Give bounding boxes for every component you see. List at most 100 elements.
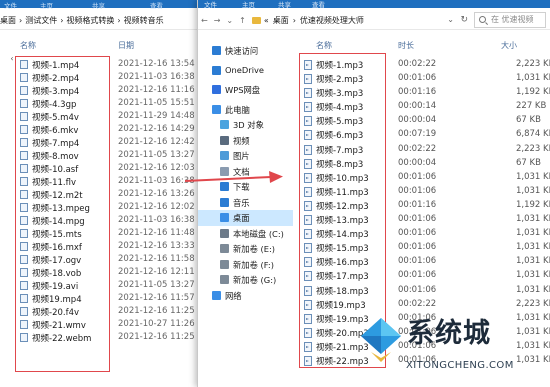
- file-duration: 00:01:06: [398, 73, 437, 84]
- file-date: 2021-12-16 13:33: [118, 241, 195, 251]
- nav-item[interactable]: 此电脑: [198, 102, 293, 118]
- left-crumb-4[interactable]: 视频转音乐: [124, 15, 164, 26]
- nav-item-label: 新加卷 (G:): [233, 275, 277, 285]
- left-breadcrumb[interactable]: 桌面 › 测试文件 › 视频格式转换 › 视频转音乐: [0, 15, 164, 26]
- right-col-duration[interactable]: 时长: [398, 40, 414, 51]
- up-arrow-icon[interactable]: ↑: [236, 16, 249, 25]
- left-ribbon-view[interactable]: 查看: [150, 0, 163, 10]
- left-col-name[interactable]: 名称: [20, 40, 36, 51]
- left-crumb-1[interactable]: 桌面: [0, 15, 16, 26]
- crumb-separator-icon: ›: [292, 15, 296, 25]
- file-duration: 00:01:06: [398, 228, 437, 239]
- file-date: 2021-12-16 12:42: [118, 137, 195, 147]
- file-size: 1,031 KB: [516, 171, 550, 182]
- conversion-arrow-icon: [185, 171, 283, 183]
- file-size: 1,031 KB: [516, 242, 550, 253]
- nav-item-label: WPS网盘: [225, 85, 261, 95]
- left-ribbon-share[interactable]: 共享: [92, 0, 105, 10]
- file-size: 6,874 KB: [516, 129, 550, 140]
- search-placeholder: 在 优速视频: [491, 15, 534, 24]
- nav-item-label: 网络: [225, 290, 242, 301]
- file-size: 1,031 KB: [516, 284, 550, 295]
- file-date: 2021-11-03 16:38: [118, 72, 195, 82]
- left-ribbon: 文件 主页 共享 查看: [0, 0, 214, 10]
- nav-item-label: 3D 对象: [233, 120, 264, 130]
- nav-item[interactable]: 新加卷 (E:): [198, 241, 293, 257]
- right-col-size[interactable]: 大小: [501, 40, 517, 51]
- refresh-icon[interactable]: ↻: [460, 15, 468, 25]
- file-duration: 00:00:04: [398, 157, 437, 168]
- left-explorer-window: 文件 主页 共享 查看 ‹ 桌面 › 测试文件 › 视频格式转换 › 视频转音乐 名称…: [0, 0, 215, 387]
- left-col-date[interactable]: 日期: [118, 40, 134, 51]
- right-crumb-2[interactable]: 优速视频处理大师: [300, 15, 364, 26]
- crumb-separator-icon: ›: [117, 15, 121, 25]
- recent-chevron-icon[interactable]: ⌄: [223, 16, 236, 25]
- file-date: 2021-11-03 16:38: [118, 215, 195, 225]
- left-crumb-2[interactable]: 测试文件: [25, 15, 57, 26]
- nav-item-label: 此电脑: [225, 104, 250, 115]
- nav-item[interactable]: 本地磁盘 (C:): [198, 226, 293, 242]
- file-size: 1,031 KB: [516, 256, 550, 267]
- search-input[interactable]: 在 优速视频: [474, 12, 546, 28]
- address-dropdown-icon[interactable]: ⌄: [447, 15, 454, 24]
- nav-item[interactable]: OneDrive: [198, 63, 293, 79]
- right-ribbon-view[interactable]: 查看: [312, 0, 325, 9]
- file-date: 2021-11-05 13:27: [118, 280, 195, 290]
- right-column-header: 名称 时长 大小: [298, 38, 550, 52]
- file-duration: 00:01:06: [398, 171, 437, 182]
- left-ribbon-home[interactable]: 主页: [40, 0, 53, 10]
- crumb-separator-icon: ›: [19, 15, 23, 25]
- crumb-separator-icon: «: [263, 15, 269, 25]
- nav-item[interactable]: 新加卷 (F:): [198, 257, 293, 273]
- file-duration: 00:01:06: [398, 242, 437, 253]
- file-size: 2,223 KB: [516, 59, 550, 69]
- search-icon: [479, 16, 486, 23]
- file-date: 2021-12-16 13:26: [118, 189, 195, 199]
- nav-item[interactable]: 快速访问: [198, 43, 293, 59]
- file-size: 2,223 KB: [516, 298, 550, 309]
- file-duration: 00:01:16: [398, 199, 437, 210]
- left-crumb-3[interactable]: 视频格式转换: [66, 15, 114, 26]
- right-ribbon-file[interactable]: 文件: [204, 0, 217, 9]
- watermark-logo-icon: [361, 318, 401, 362]
- nav-item[interactable]: 桌面: [198, 210, 293, 226]
- file-size: 227 KB: [516, 101, 547, 112]
- file-size: 1,192 KB: [516, 87, 550, 98]
- file-size: 1,031 KB: [516, 270, 550, 281]
- folder-icon: [251, 16, 261, 24]
- file-date: 2021-11-03 16:38: [118, 176, 195, 186]
- forward-arrow-icon[interactable]: →: [211, 16, 224, 25]
- nav-item[interactable]: 网络: [198, 288, 293, 304]
- drive-icon: [220, 244, 229, 253]
- right-col-name[interactable]: 名称: [316, 40, 332, 51]
- left-address-bar[interactable]: ‹ 桌面 › 测试文件 › 视频格式转换 › 视频转音乐: [0, 11, 214, 63]
- file-duration: 00:02:22: [398, 143, 437, 154]
- back-arrow-icon[interactable]: ←: [198, 16, 211, 25]
- nav-item-label: 新加卷 (F:): [233, 259, 274, 270]
- nav-item[interactable]: 3D 对象: [198, 117, 293, 133]
- file-duration: 00:01:06: [398, 284, 437, 295]
- left-column-header: 名称 日期: [0, 38, 214, 52]
- right-crumb-1[interactable]: 桌面: [273, 15, 289, 26]
- file-date: 2021-12-16 12:11: [118, 267, 195, 277]
- file-duration: 00:02:22: [398, 59, 437, 69]
- file-date: 2021-12-16 11:25: [118, 332, 195, 342]
- file-size: 1,031 KB: [516, 185, 550, 196]
- nav-item-label: 视频: [233, 135, 250, 146]
- left-ribbon-file[interactable]: 文件: [4, 0, 17, 10]
- nav-item-label: 桌面: [233, 213, 250, 223]
- nav-item[interactable]: 图片: [198, 148, 293, 164]
- nav-item-label: 本地磁盘 (C:): [233, 228, 284, 239]
- file-date: 2021-12-16 12:03: [118, 163, 195, 173]
- right-ribbon: 文件 主页 共享 查看: [198, 0, 550, 9]
- network-icon: [212, 290, 221, 300]
- nav-item[interactable]: 新加卷 (G:): [198, 272, 293, 288]
- nav-item[interactable]: 视频: [198, 133, 293, 149]
- right-ribbon-home[interactable]: 主页: [242, 0, 255, 9]
- file-size: 2,223 KB: [516, 143, 550, 154]
- right-breadcrumb[interactable]: « 桌面 › 优速视频处理大师: [264, 15, 364, 26]
- nav-item[interactable]: 音乐: [198, 195, 293, 211]
- nav-item[interactable]: WPS网盘: [198, 82, 293, 98]
- nav-item-label: OneDrive: [225, 64, 265, 75]
- right-ribbon-share[interactable]: 共享: [278, 0, 291, 9]
